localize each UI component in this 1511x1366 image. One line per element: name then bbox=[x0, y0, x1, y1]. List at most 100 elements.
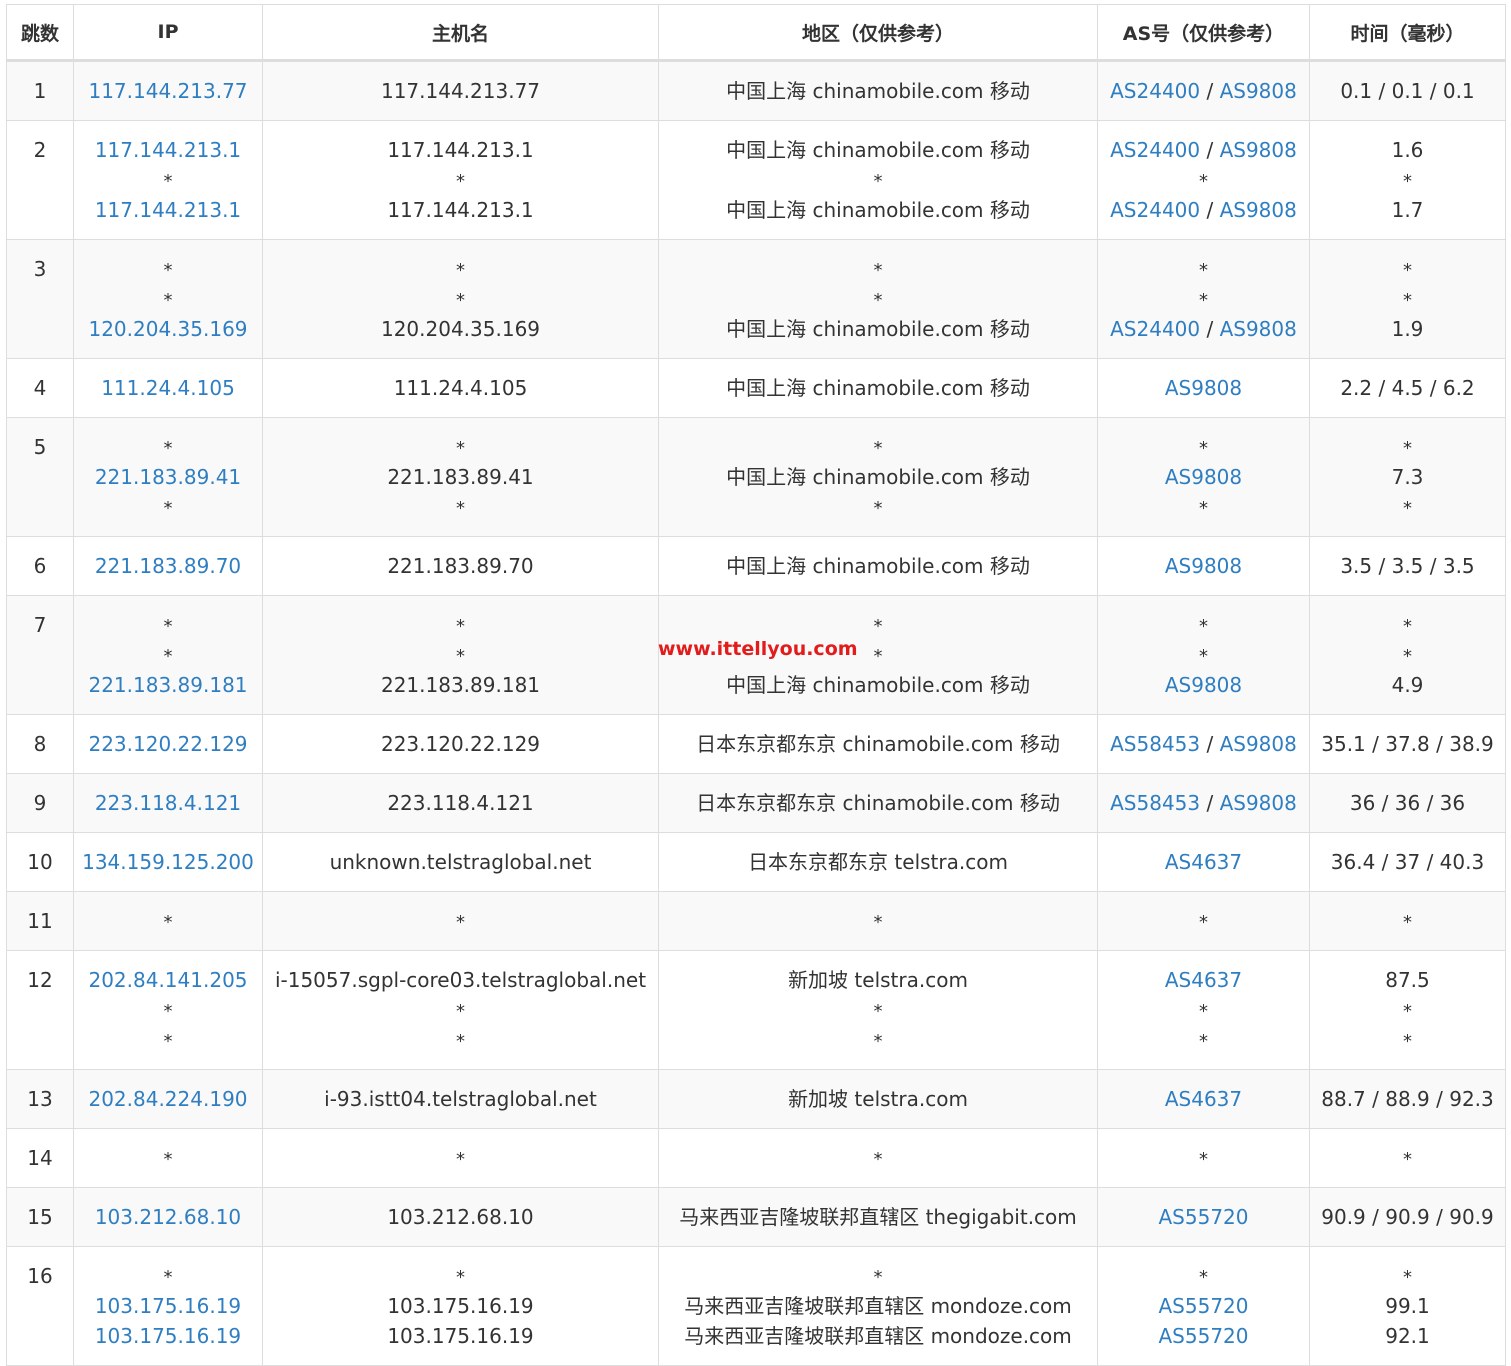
time-cell: * 99.1 92.1 bbox=[1309, 1246, 1506, 1366]
ip-line: 221.183.89.70 bbox=[78, 551, 258, 581]
region-text: 中国上海 chinamobile.com 移动 bbox=[726, 317, 1030, 341]
empty-marker: * bbox=[1199, 1267, 1208, 1288]
ip-link[interactable]: 117.144.213.77 bbox=[88, 79, 247, 103]
as-link[interactable]: AS9808 bbox=[1165, 673, 1242, 697]
hop-cell: 12 bbox=[6, 950, 74, 1070]
time-text: 99.1 bbox=[1385, 1294, 1430, 1318]
region-line: * bbox=[663, 492, 1093, 522]
as-link[interactable]: AS55720 bbox=[1159, 1324, 1249, 1348]
empty-marker: * bbox=[1403, 912, 1412, 933]
ip-link[interactable]: 223.118.4.121 bbox=[95, 791, 241, 815]
as-link[interactable]: AS58453 bbox=[1110, 732, 1200, 756]
as-link[interactable]: AS9808 bbox=[1220, 732, 1297, 756]
ip-link[interactable]: 134.159.125.200 bbox=[82, 850, 254, 874]
as-link[interactable]: AS9808 bbox=[1165, 554, 1242, 578]
hostname-line: * bbox=[267, 1143, 654, 1173]
ip-link[interactable]: 120.204.35.169 bbox=[88, 317, 247, 341]
as-link[interactable]: AS55720 bbox=[1159, 1294, 1249, 1318]
as-link[interactable]: AS9808 bbox=[1165, 465, 1242, 489]
region-line: * bbox=[663, 1261, 1093, 1291]
ip-link[interactable]: 103.175.16.19 bbox=[95, 1294, 241, 1318]
as-link[interactable]: AS9808 bbox=[1220, 138, 1297, 162]
ip-cell: 223.120.22.129 bbox=[73, 714, 263, 774]
as-cell: AS4637 bbox=[1097, 832, 1310, 892]
ip-link[interactable]: 202.84.141.205 bbox=[88, 968, 247, 992]
ip-link[interactable]: 221.183.89.41 bbox=[95, 465, 241, 489]
region-text: 日本东京都东京 chinamobile.com 移动 bbox=[696, 791, 1060, 815]
time-text: 1.7 bbox=[1391, 198, 1424, 222]
region-text: 中国上海 chinamobile.com 移动 bbox=[726, 465, 1030, 489]
hop-cell: 2 bbox=[6, 120, 74, 240]
empty-marker: * bbox=[1199, 1001, 1208, 1022]
hostname-line: * bbox=[267, 432, 654, 462]
ip-link[interactable]: 111.24.4.105 bbox=[101, 376, 235, 400]
hostname-line: 221.183.89.70 bbox=[267, 551, 654, 581]
as-link[interactable]: AS24400 bbox=[1110, 198, 1200, 222]
ip-link[interactable]: 103.175.16.19 bbox=[95, 1324, 241, 1348]
empty-marker: * bbox=[163, 260, 173, 281]
hostname-line: 117.144.213.77 bbox=[267, 76, 654, 106]
ip-line: * bbox=[78, 165, 258, 195]
empty-marker: * bbox=[1199, 646, 1208, 667]
hostname-text: 103.212.68.10 bbox=[387, 1205, 534, 1229]
time-line: * bbox=[1314, 432, 1501, 462]
ip-link[interactable]: 223.120.22.129 bbox=[88, 732, 247, 756]
time-cell: * * 4.9 bbox=[1309, 595, 1506, 715]
table-row: 1 117.144.213.77 117.144.213.77 中国上海 chinam… bbox=[6, 60, 1506, 121]
empty-marker: * bbox=[163, 1001, 173, 1022]
as-cell: AS4637 bbox=[1097, 1069, 1310, 1129]
hostname-text: unknown.telstraglobal.net bbox=[329, 850, 592, 874]
hostname-cell: 111.24.4.105 bbox=[262, 358, 659, 418]
as-link[interactable]: AS4637 bbox=[1165, 968, 1242, 992]
region-line: 日本东京都东京 chinamobile.com 移动 bbox=[663, 788, 1093, 818]
hop-cell: 16 bbox=[6, 1246, 74, 1366]
empty-marker: * bbox=[1403, 290, 1412, 311]
ip-link[interactable]: 221.183.89.70 bbox=[95, 554, 241, 578]
as-link[interactable]: AS4637 bbox=[1165, 1087, 1242, 1111]
empty-marker: * bbox=[163, 438, 173, 459]
as-link[interactable]: AS24400 bbox=[1110, 138, 1200, 162]
as-link[interactable]: AS24400 bbox=[1110, 79, 1200, 103]
region-text: 日本东京都东京 chinamobile.com 移动 bbox=[696, 732, 1060, 756]
hostname-line: * bbox=[267, 610, 654, 640]
as-link[interactable]: AS9808 bbox=[1220, 198, 1297, 222]
ip-link[interactable]: 103.212.68.10 bbox=[95, 1205, 241, 1229]
hostname-text: 221.183.89.181 bbox=[380, 673, 541, 697]
ip-line: * bbox=[78, 492, 258, 522]
as-line: AS55720 bbox=[1102, 1202, 1305, 1232]
as-link[interactable]: AS55720 bbox=[1159, 1205, 1249, 1229]
time-line: * bbox=[1314, 995, 1501, 1025]
as-link[interactable]: AS24400 bbox=[1110, 317, 1200, 341]
ip-link[interactable]: 117.144.213.1 bbox=[95, 198, 241, 222]
as-link[interactable]: AS9808 bbox=[1165, 376, 1242, 400]
ip-link[interactable]: 221.183.89.181 bbox=[88, 673, 247, 697]
ip-cell: 134.159.125.200 bbox=[73, 832, 263, 892]
as-line: AS9808 bbox=[1102, 462, 1305, 492]
as-link[interactable]: AS9808 bbox=[1220, 791, 1297, 815]
as-line: * bbox=[1102, 610, 1305, 640]
table-row: 16 * 103.175.16.19 103.175.16.19 * 103.175.16… bbox=[6, 1246, 1506, 1366]
as-link[interactable]: AS4637 bbox=[1165, 850, 1242, 874]
ip-link[interactable]: 202.84.224.190 bbox=[88, 1087, 247, 1111]
region-line: 中国上海 chinamobile.com 移动 bbox=[663, 462, 1093, 492]
hostname-line: i-93.istt04.telstraglobal.net bbox=[267, 1084, 654, 1114]
empty-marker: * bbox=[873, 290, 883, 311]
as-cell: AS58453 / AS9808 bbox=[1097, 714, 1310, 774]
region-line: * bbox=[663, 1143, 1093, 1173]
as-link[interactable]: AS9808 bbox=[1220, 79, 1297, 103]
ip-link[interactable]: 117.144.213.1 bbox=[95, 138, 241, 162]
hostname-line: * bbox=[267, 165, 654, 195]
ip-cell: * 103.175.16.19 103.175.16.19 bbox=[73, 1246, 263, 1366]
time-line: 36 / 36 / 36 bbox=[1314, 788, 1501, 818]
as-link[interactable]: AS58453 bbox=[1110, 791, 1200, 815]
time-text: 7.3 bbox=[1391, 465, 1424, 489]
as-link[interactable]: AS9808 bbox=[1220, 317, 1297, 341]
hop-number: 4 bbox=[33, 376, 47, 400]
empty-marker: * bbox=[456, 1149, 465, 1170]
hop-number: 12 bbox=[27, 968, 53, 992]
hop-number: 3 bbox=[33, 257, 47, 281]
as-separator: / bbox=[1200, 79, 1220, 103]
region-line: 中国上海 chinamobile.com 移动 bbox=[663, 135, 1093, 165]
hop-number: 11 bbox=[27, 909, 53, 933]
ip-line: 223.118.4.121 bbox=[78, 788, 258, 818]
